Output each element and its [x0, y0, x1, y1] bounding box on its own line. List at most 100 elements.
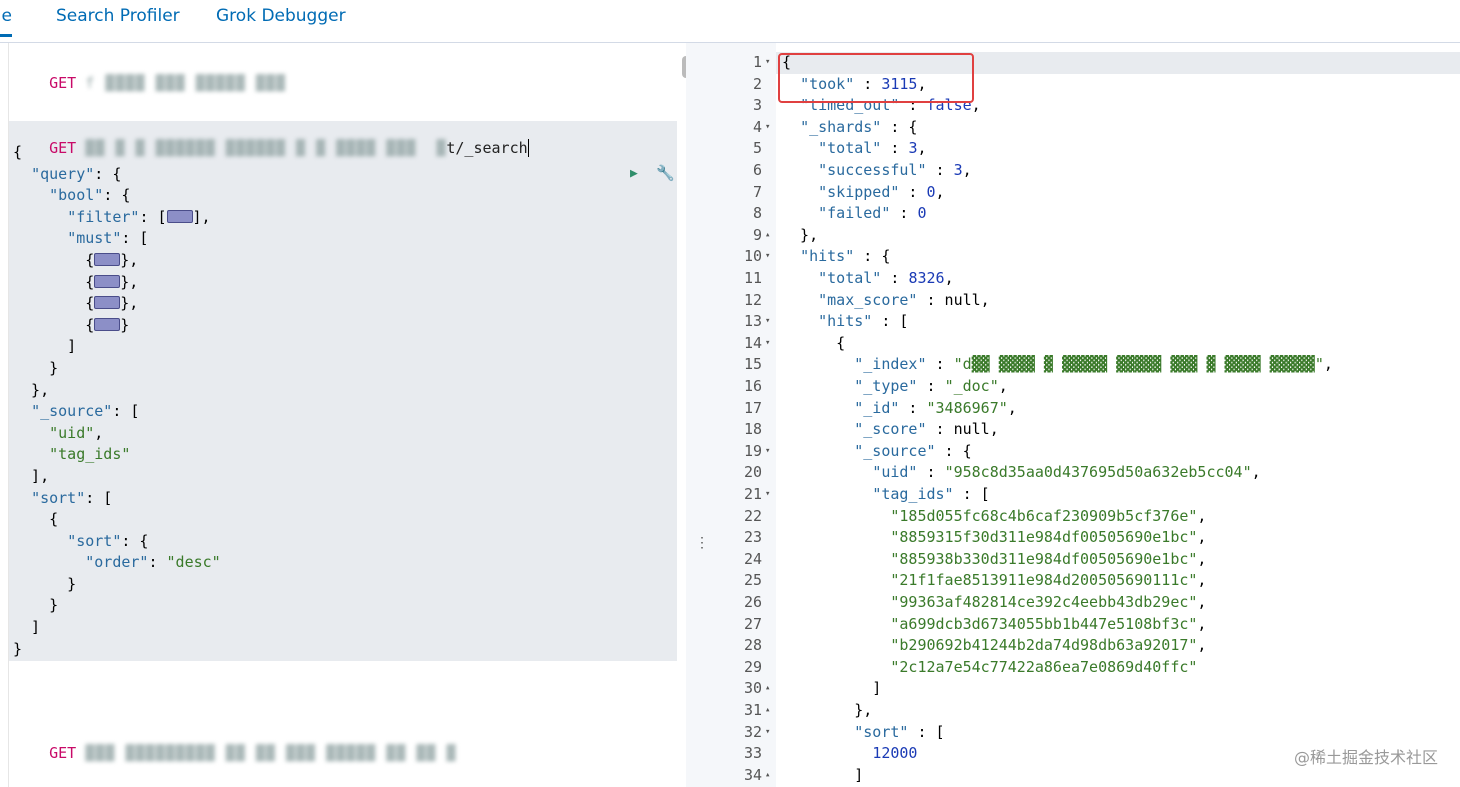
line-number: 11: [743, 269, 762, 287]
line-number: 25: [743, 571, 762, 590]
folded-block-icon[interactable]: [166, 209, 193, 223]
response-line: "_id" : "3486967",: [854, 398, 1017, 417]
response-line: {: [782, 333, 846, 352]
line-number: 17: [743, 398, 762, 417]
response-line: "tag_ids" : [: [872, 485, 990, 503]
fold-arrow-icon[interactable]: ▾: [765, 251, 770, 261]
request-body-line: {},: [13, 250, 139, 269]
request-line-1[interactable]: GET f ▓▓▓▓ ▓▓▓ ▓▓▓▓▓ ▓▓▓: [13, 56, 286, 110]
request-body-line: "must": [: [67, 229, 149, 248]
line-number: 6: [752, 161, 762, 179]
line-number: 10: [743, 247, 762, 266]
wrench-icon[interactable]: 🔧: [656, 164, 675, 182]
pane-resizer[interactable]: ⋮: [686, 43, 709, 787]
request-body-line: "uid",: [49, 423, 104, 442]
line-number: 24: [743, 549, 762, 568]
resize-handle-icon[interactable]: ⋮: [695, 535, 709, 551]
line-number: 14: [743, 333, 762, 352]
response-line: ]: [782, 679, 882, 698]
line-number: 15: [743, 355, 762, 374]
response-line: "_score" : null,: [854, 420, 999, 439]
play-icon[interactable]: ▶: [630, 166, 638, 181]
line-number: 20: [743, 463, 762, 482]
line-number: 26: [743, 593, 762, 611]
folded-block-icon[interactable]: [94, 252, 121, 266]
response-line: "99363af482814ce392c4eebb43db29ec",: [890, 593, 1207, 611]
line-number: 23: [743, 528, 762, 547]
line-number: 1: [752, 53, 762, 71]
response-line: "_shards" : {: [800, 117, 918, 136]
http-method: GET: [49, 74, 77, 92]
line-number: 7: [752, 182, 762, 201]
request-body-line: {: [13, 510, 59, 529]
line-number: 5: [752, 139, 762, 158]
line-number: 3: [752, 96, 762, 115]
request-path: ▓▓▓ ▓▓▓▓▓▓▓▓▓ ▓▓ ▓▓ ▓▓▓ ▓▓▓▓▓ ▓▓ ▓▓ ▓: [85, 744, 457, 762]
request-body-line: "tag_ids": [49, 445, 131, 464]
fold-arrow-icon[interactable]: ▾: [765, 489, 770, 499]
response-line: "_source" : {: [854, 441, 972, 460]
fold-arrow-icon[interactable]: ▾: [765, 57, 770, 67]
folded-block-icon[interactable]: [94, 296, 121, 310]
unfold-arrow-icon[interactable]: ▴: [765, 230, 770, 240]
response-line: "uid" : "958c8d35aa0d437695d50a632eb5cc0…: [872, 463, 1261, 482]
response-line: "skipped" : 0,: [818, 182, 945, 201]
request-body-line: },: [13, 380, 50, 399]
response-panel: 1 ▾{2 "took" : 3115, 3 "timed_out" : false…: [708, 43, 1460, 787]
request-body-line: {},: [13, 272, 139, 291]
response-line: "185d055fc68c4b6caf230909b5cf376e",: [890, 506, 1207, 525]
line-number: 22: [743, 506, 762, 525]
line-number: 30: [743, 679, 762, 698]
unfold-arrow-icon[interactable]: ▴: [765, 770, 770, 780]
response-line: 12000: [872, 744, 918, 763]
response-line: },: [782, 701, 873, 719]
tab-grok-debugger[interactable]: Grok Debugger: [216, 6, 346, 26]
request-path-tail: t/_search: [446, 139, 528, 157]
fold-arrow-icon[interactable]: ▾: [765, 446, 770, 456]
request-body-line: }: [13, 358, 59, 377]
request-body[interactable]: { "query": { "bool": { "filter": [], "mu…: [13, 142, 221, 660]
unfold-arrow-icon[interactable]: ▴: [765, 683, 770, 693]
request-line-3[interactable]: GET ▓▓▓ ▓▓▓▓▓▓▓▓▓ ▓▓ ▓▓ ▓▓▓ ▓▓▓▓▓ ▓▓ ▓▓ …: [13, 726, 456, 780]
line-number: 21: [743, 485, 762, 503]
response-line: "total" : 8326,: [818, 269, 954, 287]
request-body-line: "query": {: [31, 164, 122, 183]
fold-arrow-icon[interactable]: ▾: [765, 338, 770, 348]
folded-block-icon[interactable]: [94, 317, 121, 331]
request-body-line: ]: [13, 618, 41, 637]
line-number: 31: [743, 701, 762, 719]
request-body-line: "order": "desc": [85, 553, 221, 572]
unfold-arrow-icon[interactable]: ▴: [765, 705, 770, 715]
response-line: "885938b330d311e984df00505690e1bc",: [890, 549, 1207, 568]
line-number: 2: [752, 74, 762, 93]
folded-block-icon[interactable]: [94, 274, 121, 288]
fold-arrow-icon[interactable]: ▾: [765, 122, 770, 132]
request-body-line: ]: [13, 337, 77, 356]
tab-search-profiler[interactable]: Search Profiler: [56, 6, 180, 26]
request-body-line: {},: [13, 294, 139, 313]
request-editor[interactable]: GET f ▓▓▓▓ ▓▓▓ ▓▓▓▓▓ ▓▓▓ GET ▓▓ ▓ ▓ ▓▓▓▓…: [0, 43, 678, 787]
line-number: 27: [743, 614, 762, 633]
fold-arrow-icon[interactable]: ▾: [765, 316, 770, 326]
line-number: 19: [743, 441, 762, 460]
line-number: 18: [743, 420, 762, 439]
response-line: "failed" : 0: [818, 204, 927, 223]
response-line: "max_score" : null,: [818, 290, 990, 309]
response-line: "21f1fae8513911e984d200505690111c",: [890, 571, 1207, 590]
line-number: 29: [743, 657, 762, 676]
response-line: "b290692b41244b2da74d98db63a92017",: [890, 636, 1207, 655]
response-line: "hits" : [: [818, 312, 909, 331]
fold-arrow-icon[interactable]: ▾: [765, 727, 770, 737]
line-number: 4: [752, 117, 762, 136]
response-line: },: [782, 225, 819, 244]
request-body-line: }: [13, 639, 23, 658]
request-body-line: {}: [13, 315, 130, 334]
response-line: "successful" : 3,: [818, 161, 972, 179]
line-number: 9: [752, 225, 762, 244]
tab-bar: ble Search Profiler Grok Debugger: [0, 0, 1460, 43]
response-line: "total" : 3,: [818, 139, 927, 158]
tab-console[interactable]: ble: [0, 6, 12, 37]
response-line: ]: [782, 765, 864, 784]
line-number: 28: [743, 636, 762, 655]
watermark: @稀土掘金技术社区: [1293, 748, 1438, 767]
